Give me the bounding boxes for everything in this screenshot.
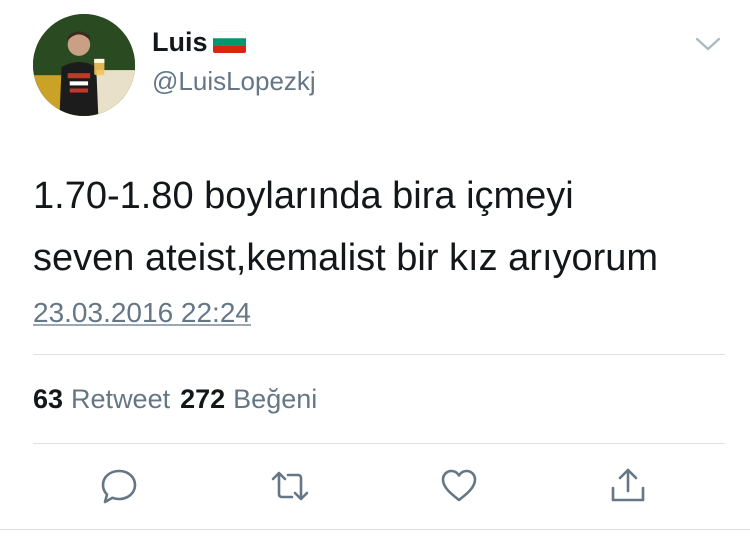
display-name-text: Luis <box>152 27 208 57</box>
divider <box>33 354 725 355</box>
retweet-icon[interactable] <box>270 466 310 506</box>
chevron-down-icon[interactable] <box>694 34 722 54</box>
tweet-timestamp[interactable]: 23.03.2016 22:24 <box>33 295 251 331</box>
like-count-number: 272 <box>180 384 226 414</box>
like-count-label: Beğeni <box>233 384 318 414</box>
retweet-count-label: Retweet <box>71 384 171 414</box>
divider <box>0 529 750 530</box>
share-icon[interactable] <box>608 466 648 506</box>
like-icon[interactable] <box>439 466 479 506</box>
divider <box>33 443 725 444</box>
user-handle[interactable]: @LuisLopezkj <box>152 66 316 96</box>
avatar-photo <box>33 14 135 116</box>
tweet-text: 1.70-1.80 boylarında bira içmeyi seven a… <box>33 165 723 289</box>
avatar[interactable] <box>33 14 135 116</box>
bulgaria-flag-icon <box>212 31 246 53</box>
display-name[interactable]: Luis <box>152 27 246 57</box>
reply-icon[interactable] <box>99 466 139 506</box>
tweet-text-line: 1.70-1.80 boylarında bira içmeyi <box>33 175 574 217</box>
tweet-stats: 63 Retweet 272 Beğeni <box>33 382 317 416</box>
retweet-count[interactable]: 63 Retweet <box>33 382 170 416</box>
retweet-count-number: 63 <box>33 384 64 414</box>
tweet-text-line: seven ateist,kemalist bir kız arıyorum <box>33 237 659 279</box>
like-count[interactable]: 272 Beğeni <box>180 382 317 416</box>
